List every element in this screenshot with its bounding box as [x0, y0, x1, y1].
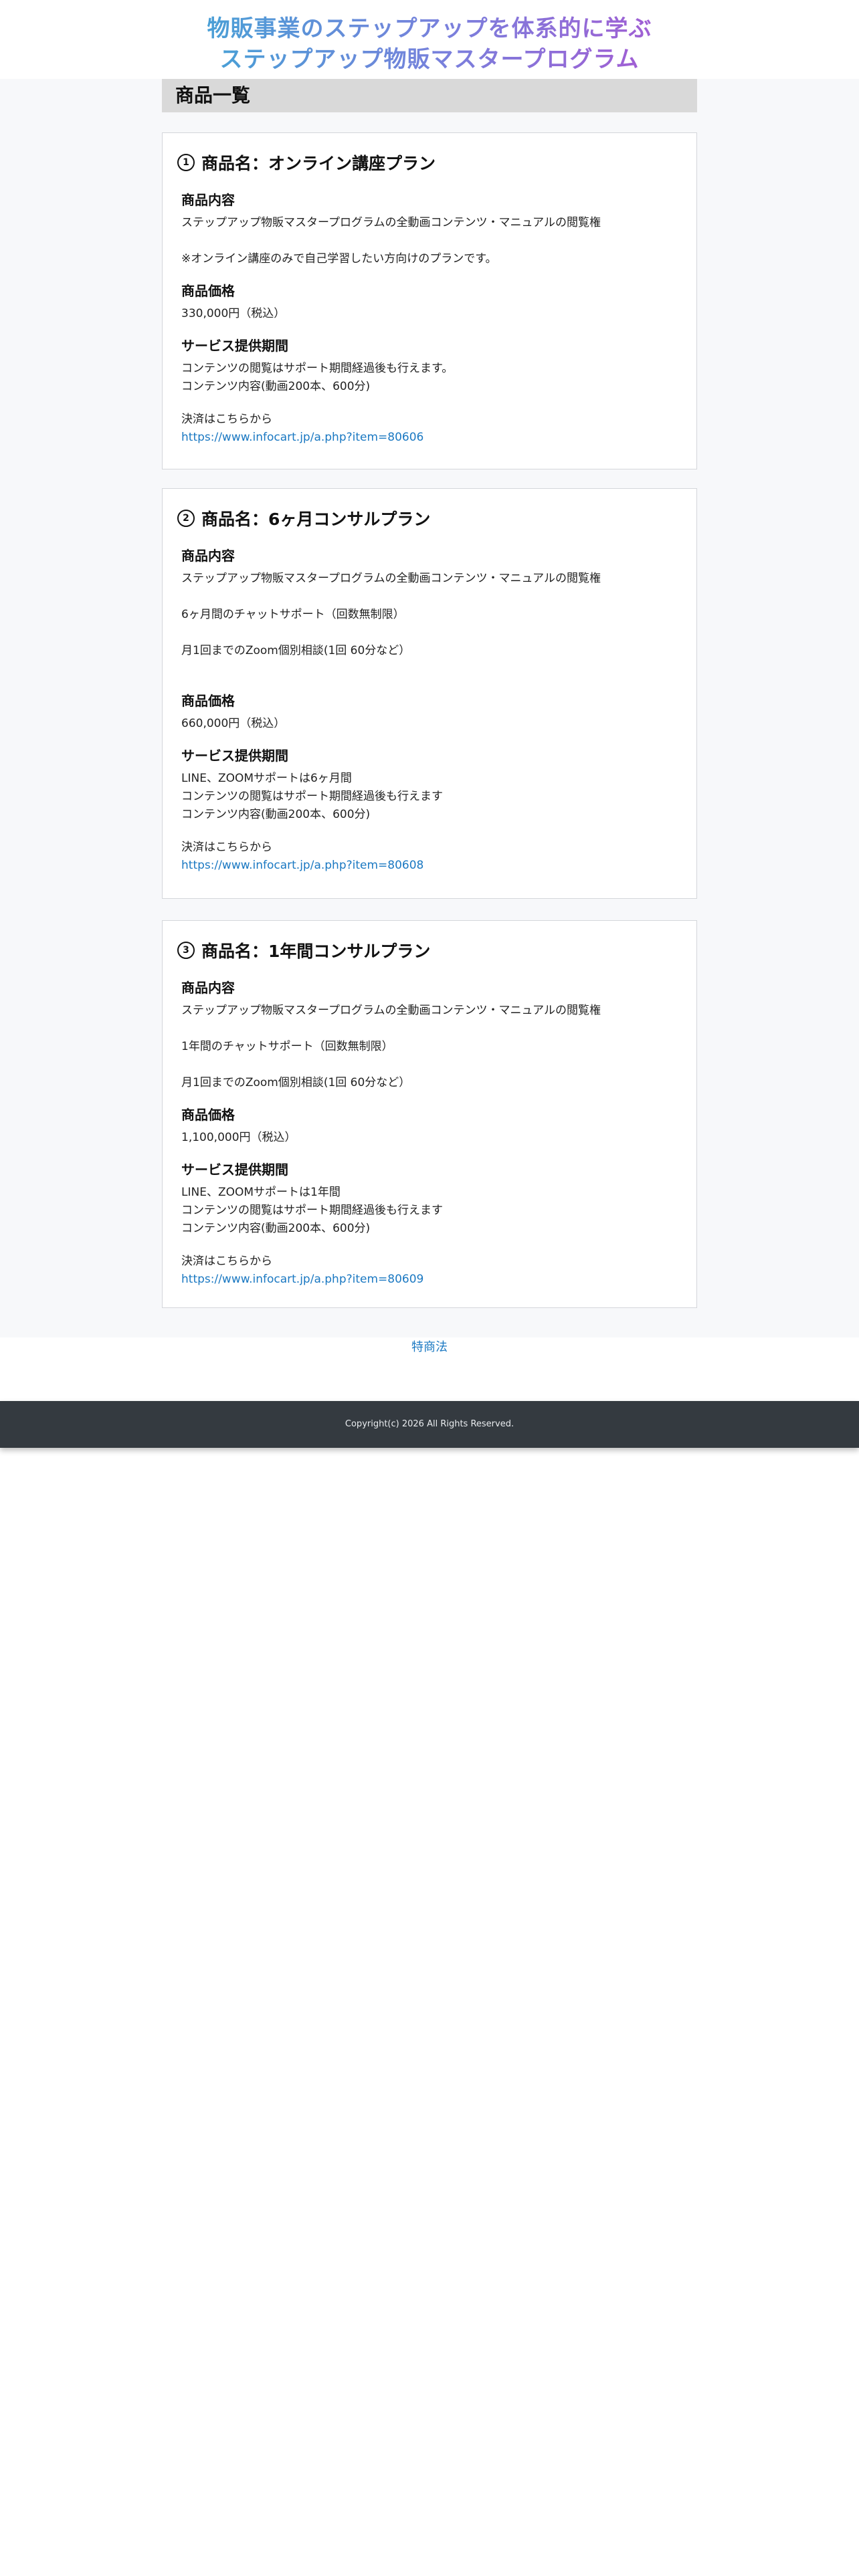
main-content: 商品一覧 1 商品名：オンライン講座プラン 商品内容 ステップアップ物販マスター… [0, 79, 859, 1337]
plan-title-text: 商品名：オンライン講座プラン [201, 154, 436, 173]
payment-link[interactable]: https://www.infocart.jp/a.php?item=80609 [181, 1271, 678, 1289]
content-heading: 商品内容 [181, 192, 235, 208]
price-value: 1,100,000円（税込） [181, 1131, 296, 1144]
copyright-text: Copyright(c) 2026 All Rights Reserved. [345, 1419, 514, 1429]
price-value: 330,000円（税込） [181, 307, 286, 320]
section-title: 商品一覧 [162, 79, 697, 112]
circled-number-icon: 3 [177, 942, 195, 959]
period-line: コンテンツの閲覧はサポート期間経過後も行えます [181, 790, 443, 803]
site-footer: Copyright(c) 2026 All Rights Reserved. [0, 1401, 859, 1448]
circled-number-icon: 1 [177, 154, 195, 171]
plan-title-text: 商品名：6ヶ月コンサルプラン [201, 510, 431, 529]
content-heading: 商品内容 [181, 980, 235, 996]
payment-label: 決済はこちらから [181, 1255, 272, 1268]
content-line: 月1回までのZoom個別相談(1回 60分など） [181, 644, 411, 657]
payment-label: 決済はこちらから [181, 413, 272, 426]
plan-title: 3 商品名：1年間コンサルプラン [177, 938, 678, 962]
page-header: 物販事業のステップアップを体系的に学ぶ ステップアップ物販マスタープログラム [0, 0, 859, 79]
price-heading: 商品価格 [181, 693, 235, 709]
plan-title: 2 商品名：6ヶ月コンサルプラン [177, 506, 678, 530]
period-heading: サービス提供期間 [181, 1162, 288, 1178]
payment-label: 決済はこちらから [181, 841, 272, 854]
period-line: コンテンツ内容(動画200本、600分) [181, 380, 371, 393]
content-line: ステップアップ物販マスタープログラムの全動画コンテンツ・マニュアルの閲覧権 [181, 572, 601, 585]
period-line: コンテンツ内容(動画200本、600分) [181, 1222, 371, 1235]
period-heading: サービス提供期間 [181, 338, 288, 354]
content-line: ステップアップ物販マスタープログラムの全動画コンテンツ・マニュアルの閲覧権 [181, 1004, 601, 1017]
period-heading: サービス提供期間 [181, 748, 288, 764]
price-heading: 商品価格 [181, 1107, 235, 1123]
footer-links: 特商法 [0, 1337, 859, 1355]
plan-card-3: 3 商品名：1年間コンサルプラン 商品内容 ステップアップ物販マスタープログラム… [162, 920, 697, 1308]
period-line: LINE、ZOOMサポートは6ヶ月間 [181, 772, 352, 785]
plan-title: 1 商品名：オンライン講座プラン [177, 150, 678, 175]
content-heading: 商品内容 [181, 548, 235, 564]
price-value: 660,000円（税込） [181, 717, 286, 730]
hero-title-line-1: 物販事業のステップアップを体系的に学ぶ [207, 13, 652, 44]
content-line: 6ヶ月間のチャットサポート（回数無制限） [181, 608, 405, 621]
period-line: コンテンツの閲覧はサポート期間経過後も行えます [181, 1204, 443, 1217]
content-line: 月1回までのZoom個別相談(1回 60分など） [181, 1076, 411, 1089]
plans-container: 商品一覧 1 商品名：オンライン講座プラン 商品内容 ステップアップ物販マスター… [162, 79, 697, 1308]
plan-card-2: 2 商品名：6ヶ月コンサルプラン 商品内容 ステップアップ物販マスタープログラム… [162, 488, 697, 899]
price-heading: 商品価格 [181, 283, 235, 299]
content-line: ステップアップ物販マスタープログラムの全動画コンテンツ・マニュアルの閲覧権 [181, 216, 601, 229]
payment-link[interactable]: https://www.infocart.jp/a.php?item=80606 [181, 429, 678, 447]
period-line: LINE、ZOOMサポートは1年間 [181, 1186, 341, 1199]
period-line: コンテンツ内容(動画200本、600分) [181, 808, 371, 821]
plan-card-1: 1 商品名：オンライン講座プラン 商品内容 ステップアップ物販マスタープログラム… [162, 132, 697, 469]
hero-title-line-2: ステップアップ物販マスタープログラム [220, 44, 640, 75]
content-line: 1年間のチャットサポート（回数無制限） [181, 1040, 393, 1053]
period-line: コンテンツの閲覧はサポート期間経過後も行えます。 [181, 362, 454, 375]
circled-number-icon: 2 [177, 510, 195, 527]
tokushoho-link[interactable]: 特商法 [411, 1340, 448, 1354]
content-line: ※オンライン講座のみで自己学習したい方向けのプランです。 [181, 252, 497, 265]
payment-link[interactable]: https://www.infocart.jp/a.php?item=80608 [181, 857, 678, 875]
plan-title-text: 商品名：1年間コンサルプラン [201, 942, 431, 961]
